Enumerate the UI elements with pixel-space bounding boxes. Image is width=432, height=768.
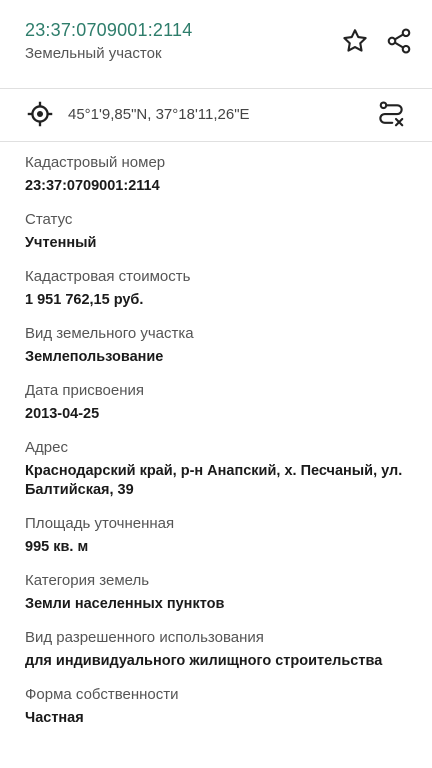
field-land-category: Категория земель Земли населенных пункто… [25, 571, 415, 614]
field-status: Статус Учтенный [25, 210, 415, 253]
field-land-type: Вид земельного участка Землепользование [25, 324, 415, 367]
field-value: 2013-04-25 [25, 406, 100, 422]
field-value: 995 кв. м [25, 539, 89, 555]
field-value: Частная [25, 710, 84, 726]
field-area: Площадь уточненная 995 кв. м [25, 514, 415, 557]
field-label: Форма собственности [25, 686, 179, 703]
coordinates-row[interactable]: 45°1'9,85"N, 37°18'11,26"E [0, 89, 432, 141]
field-address: Адрес Краснодарский край, р-н Анапский, … [25, 438, 415, 500]
field-label: Адрес [25, 439, 68, 456]
field-value: Землепользование [25, 349, 164, 365]
field-value: Краснодарский край, р-н Анапский, х. Пес… [25, 463, 403, 498]
favorite-button[interactable] [339, 25, 371, 57]
field-permitted-use: Вид разрешенного использования для индив… [25, 628, 415, 671]
field-value: для индивидуального жилищного строительс… [25, 653, 383, 669]
field-label: Вид разрешенного использования [25, 629, 264, 646]
field-label: Площадь уточненная [25, 515, 175, 532]
field-label: Статус [25, 211, 73, 228]
field-value: 1 951 762,15 руб. [25, 292, 144, 308]
page-title: 23:37:0709001:2114 [25, 20, 193, 40]
route-off-icon[interactable] [376, 99, 406, 129]
field-value: Учтенный [25, 235, 97, 251]
field-value: 23:37:0709001:2114 [25, 178, 160, 194]
field-label: Дата присвоения [25, 382, 144, 399]
object-type-subtitle: Земельный участок [25, 45, 162, 62]
field-value: Земли населенных пунктов [25, 596, 225, 612]
field-cadastral-cost: Кадастровая стоимость 1 951 762,15 руб. [25, 267, 415, 310]
details-list: Кадастровый номер 23:37:0709001:2114 Ста… [25, 141, 415, 742]
crosshair-icon [27, 101, 53, 127]
field-label: Вид земельного участка [25, 325, 194, 342]
coordinates-text[interactable]: 45°1'9,85"N, 37°18'11,26"E [68, 106, 250, 123]
share-icon [387, 28, 411, 54]
field-cadastral-number: Кадастровый номер 23:37:0709001:2114 [25, 153, 415, 196]
app-header: 23:37:0709001:2114 Земельный участок [0, 0, 432, 86]
share-button[interactable] [383, 25, 415, 57]
field-label: Кадастровый номер [25, 154, 166, 171]
field-ownership-form: Форма собственности Частная [25, 685, 415, 728]
field-label: Категория земель [25, 572, 150, 589]
field-label: Кадастровая стоимость [25, 268, 191, 285]
star-outline-icon [343, 29, 367, 52]
field-assignment-date: Дата присвоения 2013-04-25 [25, 381, 415, 424]
